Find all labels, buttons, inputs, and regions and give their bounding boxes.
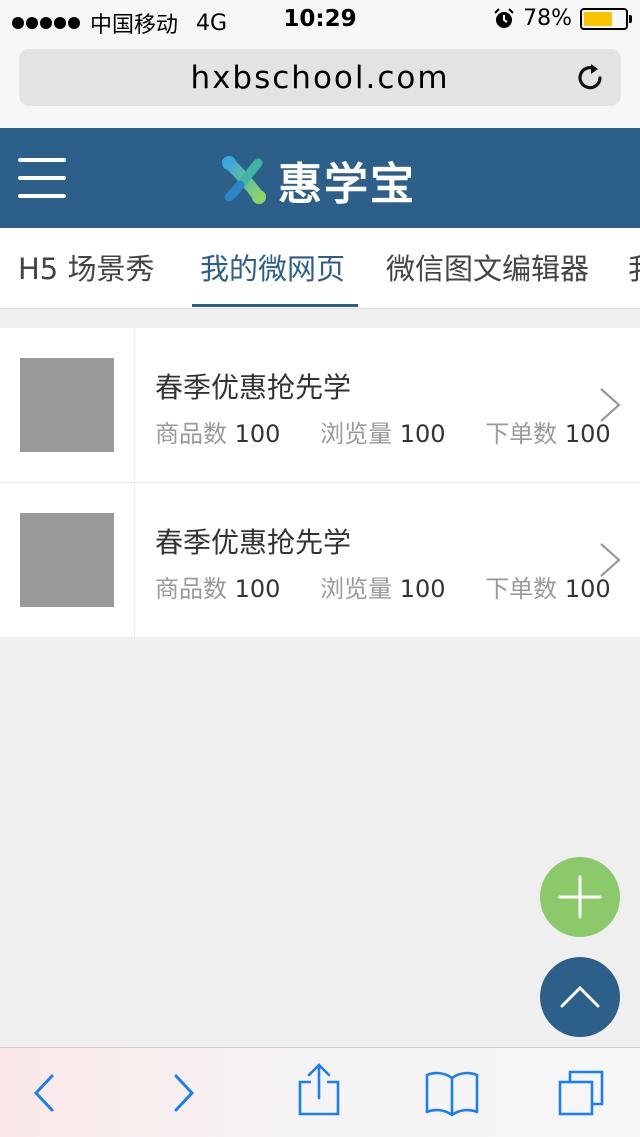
- tab-wechat-editor[interactable]: 微信图文编辑器: [386, 228, 589, 308]
- item-title: 春季优惠抢先学: [155, 526, 352, 559]
- stat-label: 下单数: [485, 420, 558, 448]
- status-bar: 中国移动 4G 10:29 78%: [0, 0, 640, 40]
- battery-percent: 78%: [523, 6, 572, 31]
- stat-orders: 下单数 100: [485, 575, 610, 603]
- stat-views: 浏览量 100: [320, 575, 445, 603]
- stat-label: 商品数: [155, 575, 227, 603]
- stat-value: 100: [399, 420, 446, 448]
- stat-value: 100: [399, 575, 446, 603]
- browser-toolbar: [0, 1047, 640, 1137]
- address-bar[interactable]: hxbschool.com: [19, 49, 621, 106]
- list-item[interactable]: 春季优惠抢先学 商品数 100 浏览量 100 下单数 100: [0, 328, 640, 483]
- chevron-right-icon: [600, 543, 621, 577]
- browser-address-area: hxbschool.com: [0, 40, 640, 129]
- logo-text: 惠学宝: [278, 159, 416, 210]
- app-header: 惠学宝: [0, 128, 640, 228]
- reload-icon[interactable]: [575, 61, 607, 93]
- back-icon[interactable]: [20, 1068, 70, 1118]
- menu-line: [18, 194, 66, 198]
- stat-orders: 下单数 100: [485, 420, 610, 448]
- battery-icon: [580, 7, 632, 30]
- micro-page-list: 春季优惠抢先学 商品数 100 浏览量 100 下单数 100 春季优惠抢先学 …: [0, 328, 640, 638]
- alarm-icon: [494, 7, 514, 28]
- chevron-up-icon: [560, 985, 600, 1008]
- stat-products: 商品数 100: [155, 420, 280, 448]
- stat-label: 浏览量: [320, 575, 393, 603]
- stat-products: 商品数 100: [155, 575, 280, 603]
- list-item[interactable]: 春季优惠抢先学 商品数 100 浏览量 100 下单数 100: [0, 483, 640, 638]
- item-stats: 商品数 100 浏览量 100 下单数 100: [155, 569, 640, 604]
- stat-label: 下单数: [485, 575, 558, 603]
- menu-line: [18, 176, 66, 180]
- stat-label: 浏览量: [320, 420, 393, 448]
- tab-more[interactable]: 我: [628, 228, 640, 308]
- item-title: 春季优惠抢先学: [155, 371, 352, 404]
- logo[interactable]: 惠学宝: [220, 148, 416, 212]
- tab-h5-scene[interactable]: H5 场景秀: [18, 228, 154, 308]
- book-icon[interactable]: [424, 1068, 480, 1118]
- forward-icon[interactable]: [158, 1068, 208, 1118]
- stat-value: 100: [564, 420, 611, 448]
- stat-views: 浏览量 100: [320, 420, 445, 448]
- thumbnail-cell: [0, 328, 135, 482]
- scroll-to-top-button[interactable]: [540, 957, 620, 1037]
- stat-value: 100: [234, 575, 281, 603]
- logo-mark-icon: [222, 156, 266, 204]
- stat-label: 商品数: [155, 420, 227, 448]
- stat-value: 100: [564, 575, 611, 603]
- share-icon[interactable]: [294, 1062, 344, 1118]
- stat-value: 100: [234, 420, 281, 448]
- plus-icon: [558, 875, 602, 919]
- add-page-button[interactable]: [540, 857, 620, 937]
- thumbnail-cell: [0, 483, 135, 637]
- tab-my-micro-page[interactable]: 我的微网页: [200, 228, 345, 308]
- category-tabs: H5 场景秀 我的微网页 微信图文编辑器 我: [0, 228, 640, 309]
- chevron-right-icon: [600, 388, 621, 422]
- hamburger-menu-button[interactable]: [18, 156, 68, 200]
- thumbnail-image: [20, 358, 114, 452]
- thumbnail-image: [20, 513, 114, 607]
- item-stats: 商品数 100 浏览量 100 下单数 100: [155, 414, 640, 449]
- active-tab-indicator: [192, 304, 358, 307]
- status-right: 78%: [493, 6, 632, 31]
- tabs-icon[interactable]: [556, 1068, 606, 1118]
- url-text: hxbschool.com: [190, 60, 450, 96]
- menu-line: [18, 158, 66, 162]
